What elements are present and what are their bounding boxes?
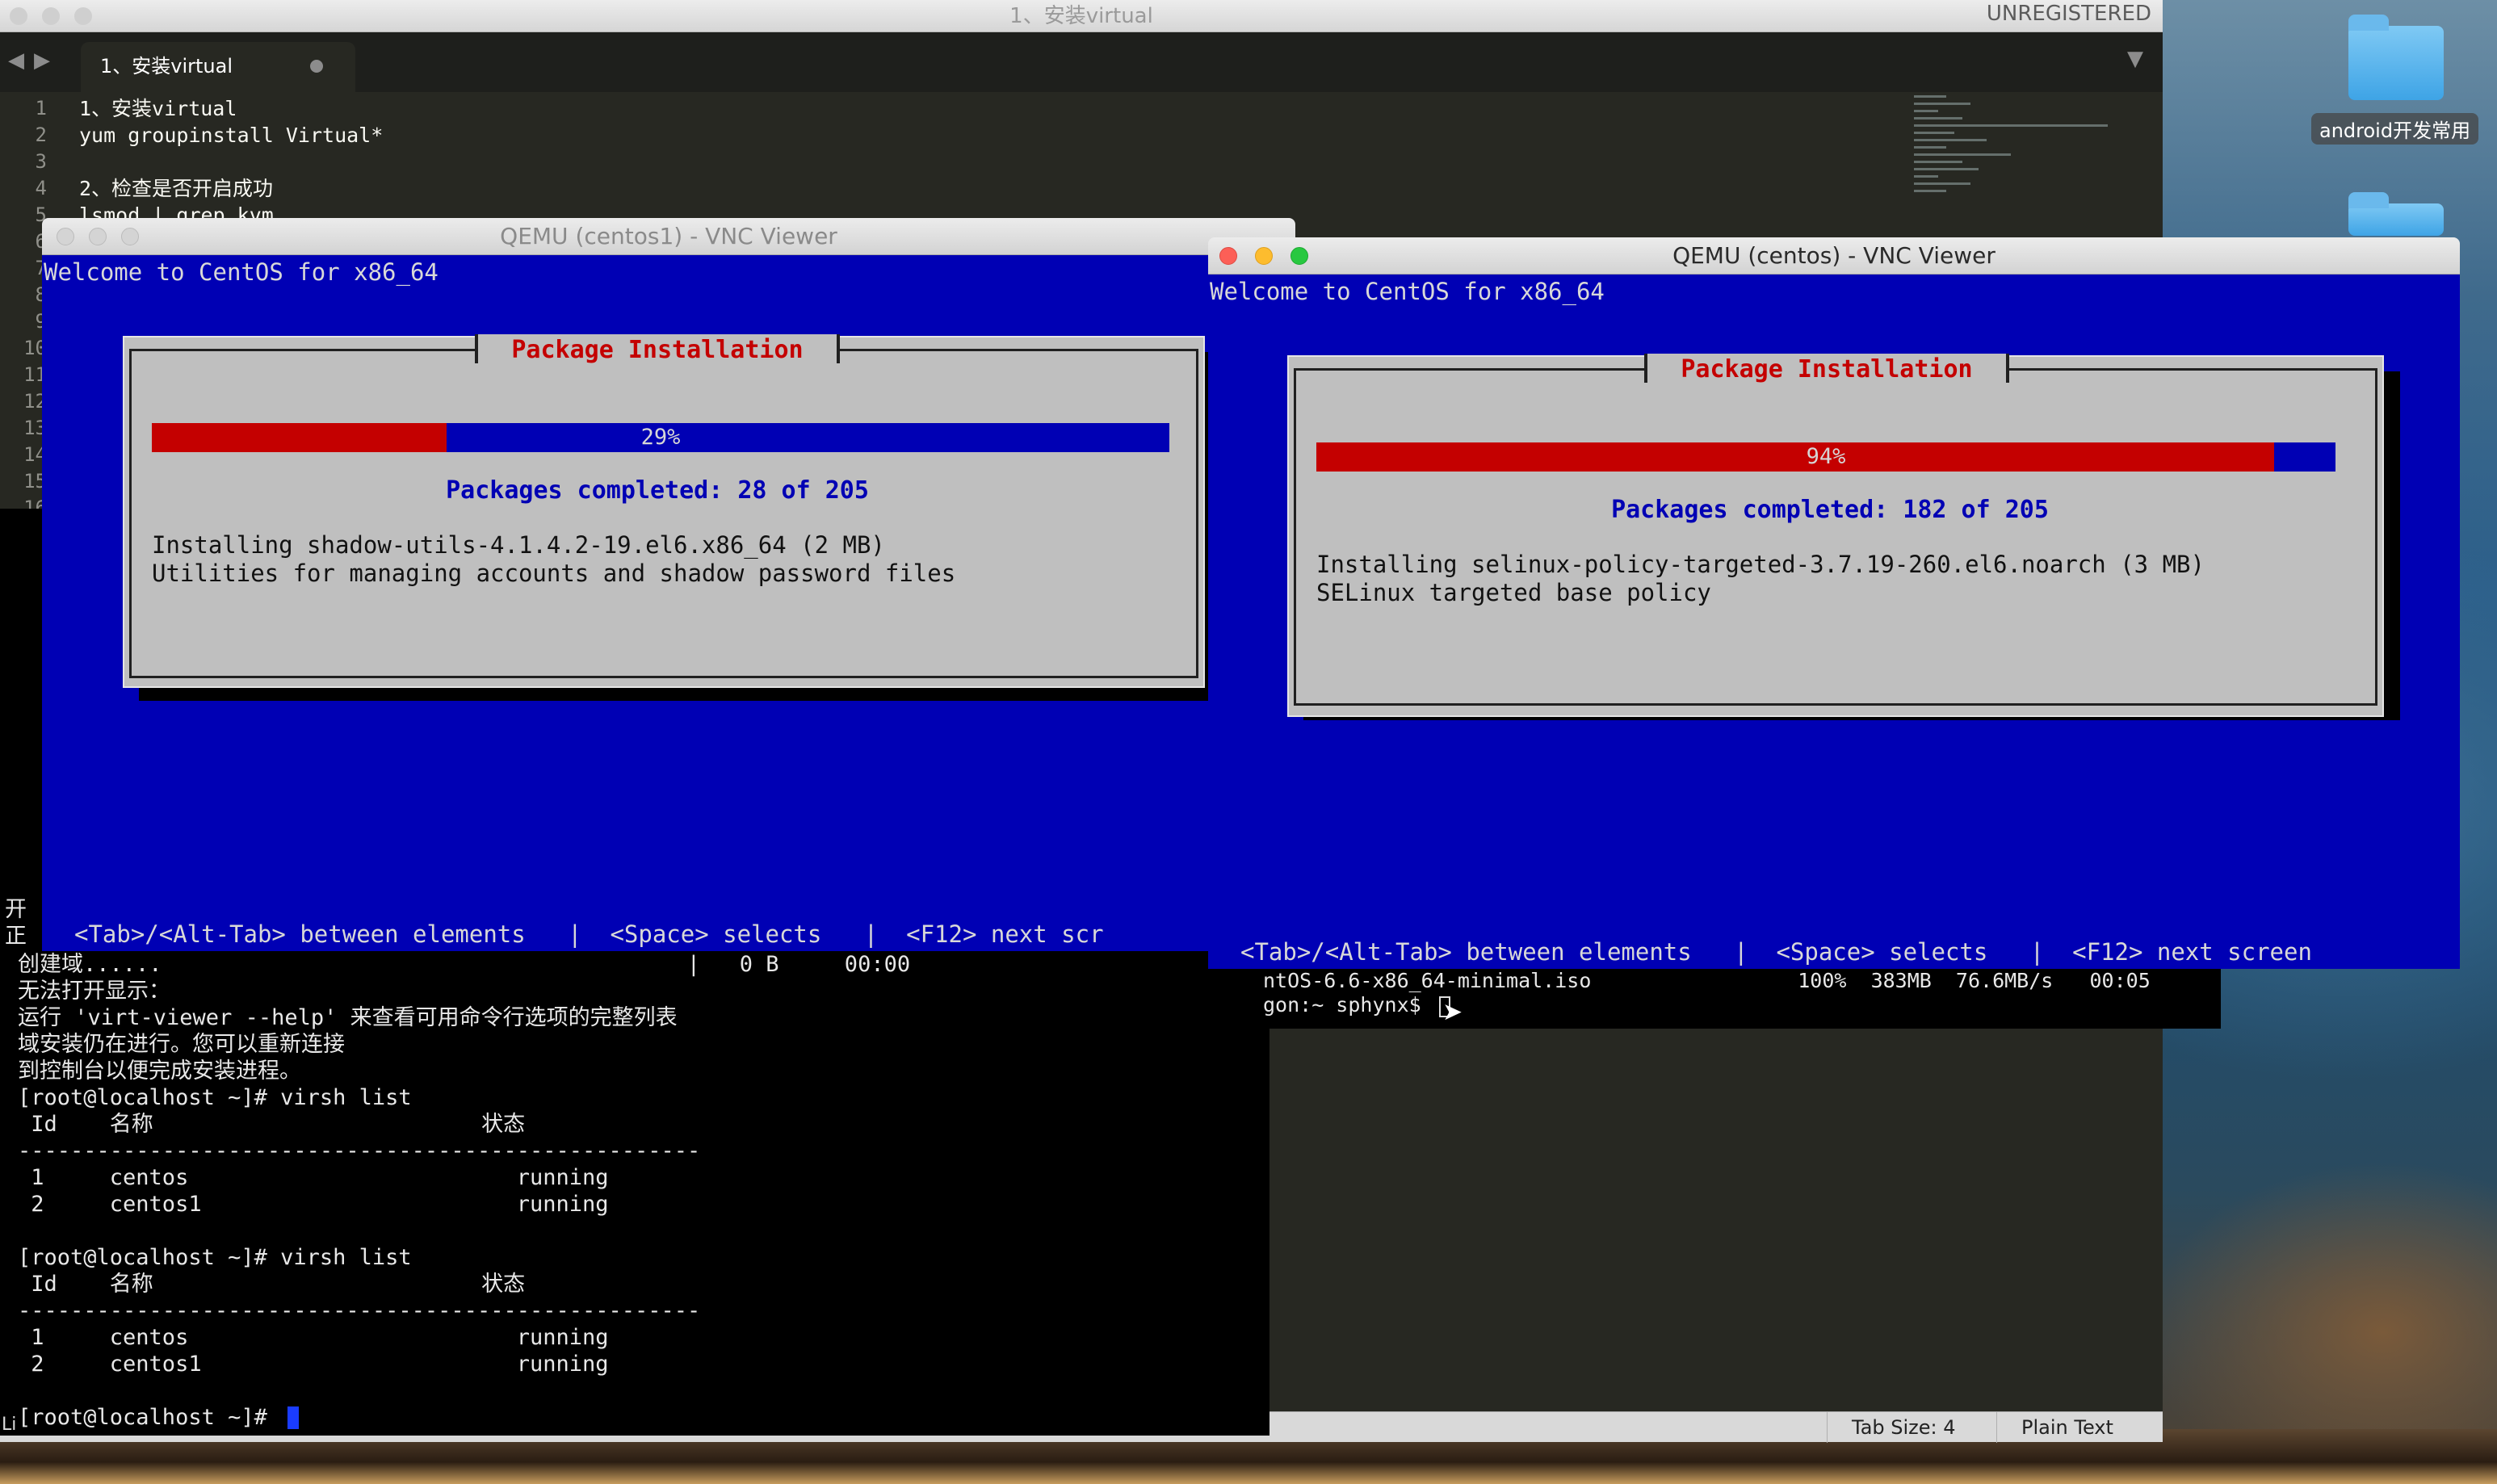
help-line: <Tab>/<Alt-Tab> between elements | <Spac… (74, 920, 1104, 948)
line-number: 5 (35, 203, 47, 226)
code-line[interactable]: 2、检查是否开启成功 (79, 175, 273, 202)
term-line: 2 centos1 running (18, 1192, 609, 1217)
welcome-text: Welcome to CentOS for x86_64 (1210, 278, 1605, 305)
editor-titlebar: 1、安装virtual UNREGISTERED (0, 0, 2163, 32)
terminal2-window[interactable]: ntOS-6.6-x86_64-minimal.iso 100% 383MB 7… (1260, 966, 2221, 1029)
tab-dropdown-icon[interactable]: ▼ (2127, 47, 2143, 71)
term-line: 无法打开显示： (18, 979, 170, 1004)
line-number: 6 (35, 230, 47, 253)
scp-progress-line: ntOS-6.6-x86_64-minimal.iso 100% 383MB 7… (1263, 969, 2151, 992)
term-line: [root@localhost ~]# virsh list (18, 1245, 412, 1270)
vnc-title: QEMU (centos) - VNC Viewer (1672, 242, 1996, 269)
install-line-1: Installing shadow-utils-4.1.4.2-19.el6.x… (152, 531, 885, 559)
term-line: 运行 'virt-viewer --help' 来查看可用命令行选项的完整列表 (18, 1005, 678, 1030)
package-dialog: Package Installation 29% Packages comple… (123, 334, 1205, 688)
term-line: Id 名称 状态 (18, 1272, 526, 1297)
vnc-titlebar[interactable]: QEMU (centos1) - VNC Viewer (42, 218, 1295, 255)
vnc-screen[interactable]: Welcome to CentOS for x86_64 Package Ins… (1208, 275, 2460, 969)
term-line: 域安装仍在进行。您可以重新连接 (18, 1032, 345, 1057)
progress-label: 94% (1806, 444, 1846, 469)
tab-size-setting[interactable]: Tab Size: 4 (1827, 1412, 1980, 1443)
term-line: ----------------------------------------… (18, 1298, 701, 1323)
progress-bar: 29% (152, 423, 1169, 452)
term-line: ----------------------------------------… (18, 1138, 701, 1163)
line-number: 3 (35, 150, 47, 173)
line-number: 7 (35, 257, 47, 279)
vnc-titlebar[interactable]: QEMU (centos) - VNC Viewer (1208, 237, 2460, 275)
window-title: 1、安装virtual (1009, 4, 1153, 28)
unregistered-label: UNREGISTERED (1986, 2, 2151, 26)
install-line-2: Utilities for managing accounts and shad… (152, 560, 956, 587)
dialog-title-box: Package Installation (1644, 354, 2009, 386)
terminal2-prompt[interactable]: gon:~ sphynx$ (1263, 993, 1433, 1017)
term-line: 1 centos running (18, 1165, 609, 1190)
dialog-frame (1294, 368, 2377, 706)
line-number: 13 (23, 417, 47, 439)
progress-bar: 94% (1316, 442, 2335, 472)
vnc-title: QEMU (centos1) - VNC Viewer (500, 223, 837, 249)
line-number: 12 (23, 390, 47, 413)
statusbar-left-text: Li (2, 1415, 17, 1435)
packages-completed: Packages completed: 182 of 205 (1611, 496, 2049, 524)
term-fragment: 正 (5, 924, 27, 949)
folder-icon[interactable] (2348, 15, 2444, 100)
dialog-frame (129, 349, 1198, 678)
progress-label: 29% (640, 425, 681, 450)
term-line: [root@localhost ~]# virsh list (18, 1085, 412, 1110)
vnc-screen[interactable]: Welcome to CentOS for x86_64 Package Ins… (42, 255, 1221, 951)
line-number: 14 (23, 443, 47, 466)
line-number: 15 (23, 470, 47, 493)
folder-icon[interactable] (2348, 192, 2444, 236)
term-line: Id 名称 状态 (18, 1112, 526, 1137)
line-number: 9 (35, 310, 47, 333)
unsaved-dot-icon[interactable] (310, 60, 323, 73)
term-line: 到控制台以便完成安装进程。 (18, 1059, 301, 1084)
mouse-pointer-icon: ➤ (1442, 998, 1463, 1026)
dialog-title: Package Installation (511, 336, 804, 364)
line-number: 8 (35, 283, 47, 306)
term-prompt[interactable]: [root@localhost ~]# (18, 1404, 280, 1431)
dialog-title: Package Installation (1681, 355, 1973, 384)
line-number: 1 (35, 97, 47, 119)
minimap[interactable] (1914, 90, 2124, 236)
help-line: <Tab>/<Alt-Tab> between elements | <Spac… (1240, 938, 2312, 966)
package-dialog: Package Installation 94% Packages comple… (1287, 354, 2384, 717)
dialog-title-box: Package Installation (475, 334, 840, 367)
install-line-2: SELinux targeted base policy (1316, 579, 1711, 606)
vnc-window-centos[interactable]: QEMU (centos) - VNC Viewer Welcome to Ce… (1208, 237, 2460, 969)
welcome-text: Welcome to CentOS for x86_64 (44, 258, 439, 286)
code-line[interactable]: yum groupinstall Virtual* (79, 122, 383, 149)
line-number: 10 (23, 337, 47, 359)
term-line: 创建域...... | 0 B 00:00 (18, 952, 911, 977)
line-number: 11 (23, 363, 47, 386)
code-line[interactable]: 1、安装virtual (79, 95, 237, 122)
syntax-setting[interactable]: Plain Text (1996, 1412, 2138, 1443)
term-fragment: 开 (5, 897, 27, 922)
back-arrow-icon[interactable]: ◀ (8, 48, 24, 73)
term-line: 1 centos running (18, 1325, 609, 1350)
vnc-window-centos1[interactable]: QEMU (centos1) - VNC Viewer Welcome to C… (42, 218, 1295, 951)
desktop-icon-label[interactable]: android开发常用 (2311, 113, 2479, 145)
install-line-1: Installing selinux-policy-targeted-3.7.1… (1316, 551, 2205, 578)
term-line: 2 centos1 running (18, 1352, 609, 1377)
text-cursor (287, 1406, 299, 1429)
tab-label: 1、安装virtual (100, 55, 233, 78)
line-number: 2 (35, 124, 47, 146)
line-number: 4 (35, 177, 47, 199)
forward-arrow-icon[interactable]: ▶ (34, 48, 50, 73)
packages-completed: Packages completed: 28 of 205 (446, 476, 869, 505)
